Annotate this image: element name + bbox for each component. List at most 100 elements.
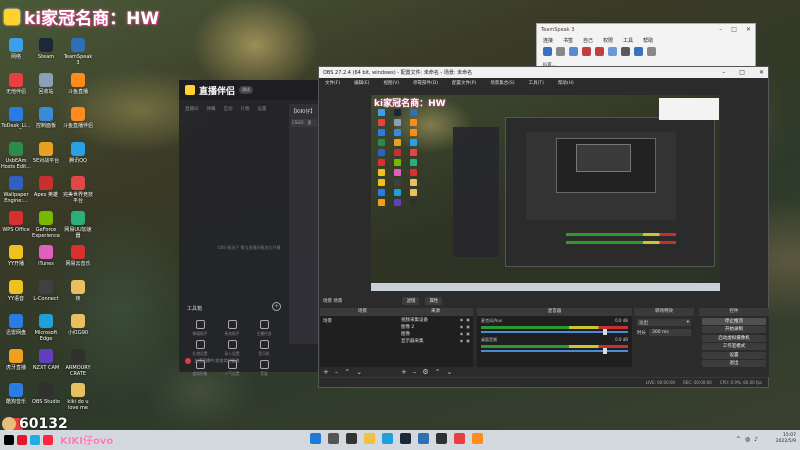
close-icon[interactable]: ✕ — [759, 69, 764, 76]
desktop-icon[interactable]: 网络 — [0, 38, 32, 60]
ts-disconnect-icon[interactable] — [556, 47, 565, 56]
ts-menu-item[interactable]: 连接 — [543, 37, 553, 44]
transition-select[interactable]: 淡出 ▾ — [637, 319, 691, 326]
add-icon[interactable]: + — [323, 368, 329, 376]
zbbl-tab[interactable]: 直播间 — [185, 106, 199, 112]
obs-menu-item[interactable]: 配置文件(P) — [452, 80, 476, 86]
desktop-icon[interactable]: 斗鱼直播伴侣 — [62, 107, 94, 129]
eye-icon[interactable]: ◉ — [460, 338, 464, 343]
volume-slider[interactable] — [481, 348, 628, 354]
zbbl-tool-item[interactable]: 录入设置 — [217, 340, 247, 357]
obs-menu-item[interactable]: 文件(F) — [325, 80, 340, 86]
zbbl-tool-item[interactable]: 音量 — [249, 360, 279, 377]
source-item[interactable]: 图像 2 ◉ ▣ — [398, 323, 473, 330]
desktop-icon[interactable]: 网易UU加速器 — [62, 210, 94, 239]
douyu-icon[interactable] — [472, 433, 483, 444]
zhibo-banlv-window[interactable]: 直播伴侣 测试 直播间 弹幕 互动 礼物 设置 【KiKi仔】 CSGO · 直… — [179, 80, 319, 376]
desktop-icon[interactable]: 斗鱼直播 — [62, 72, 94, 95]
obs-titlebar[interactable]: OBS 27.2.4 (64 bit, windows) - 配置文件: 未命名… — [319, 67, 768, 78]
zbbl-add-tool-icon[interactable]: + — [272, 302, 281, 311]
source-item[interactable]: 显示器采集 ◉ ▣ — [398, 337, 473, 344]
desktop-icon[interactable]: iTunes — [30, 245, 62, 267]
obs-menu-item[interactable]: 编辑(E) — [354, 80, 369, 86]
lock-icon[interactable]: ▣ — [466, 317, 470, 322]
move-down-icon[interactable]: ⌄ — [356, 368, 362, 376]
zbbl-tool-item[interactable]: 主播任务 — [249, 320, 279, 337]
sources-list[interactable]: 视频采集设备 ◉ ▣ 图像 2 ◉ ▣ 图像 ◉ ▣ 显示器采集 ◉ ▣ — [398, 316, 473, 367]
zbbl-tool-item[interactable]: 礼物设置 — [185, 340, 215, 357]
desktop-icon[interactable]: Microsoft Edge — [30, 314, 62, 342]
file-explorer-icon[interactable] — [364, 433, 375, 444]
ts-chat-icon[interactable] — [634, 47, 643, 56]
desktop-icon[interactable]: TeamSpeak 3 — [62, 38, 94, 66]
move-up-icon[interactable]: ⌃ — [435, 368, 441, 376]
obs-menu-item[interactable]: 停靠部件(D) — [413, 80, 438, 86]
desktop-icon[interactable]: YY开播 — [0, 245, 32, 267]
obs-menu-item[interactable]: 场景集合(S) — [490, 80, 514, 86]
desktop-icon[interactable]: WPS Office — [0, 210, 32, 233]
maximize-icon[interactable]: □ — [739, 69, 745, 76]
system-clock[interactable]: 15:07 2022/5/9 — [776, 433, 796, 445]
minimize-icon[interactable]: – — [722, 69, 725, 76]
zbbl-header[interactable]: 直播伴侣 测试 — [179, 80, 319, 100]
desktop-icon[interactable]: 夜 — [62, 279, 94, 302]
ts-user-icon[interactable] — [647, 47, 656, 56]
desktop-icon[interactable]: YY语音 — [0, 279, 32, 302]
desktop-icon[interactable]: 小红G90 — [62, 314, 94, 336]
ts-menu-item[interactable]: 帮助 — [643, 37, 653, 44]
zbbl-tab[interactable]: 互动 — [224, 106, 233, 112]
zbbl-tool-item[interactable]: 音乐机 — [249, 340, 279, 357]
studio-mode-button[interactable]: 工作室模式 — [702, 343, 766, 350]
obs-properties-button[interactable]: 属性 — [425, 296, 443, 305]
obs-filters-button[interactable]: 滤镜 — [402, 296, 420, 305]
eye-icon[interactable]: ◉ — [460, 317, 464, 322]
search-icon[interactable] — [328, 433, 339, 444]
duration-input[interactable]: 300 ms — [649, 329, 691, 336]
task-view-icon[interactable] — [346, 433, 357, 444]
zbbl-tab[interactable]: 礼物 — [241, 106, 250, 112]
desktop-icon[interactable]: 回收站 — [30, 72, 62, 95]
obs-menu-item[interactable]: 工具(T) — [529, 80, 544, 86]
ts-titlebar[interactable]: TeamSpeak 3 – □ ✕ — [537, 24, 755, 35]
settings-button[interactable]: 设置 — [702, 351, 766, 359]
zbbl-tool-item[interactable]: 弹幕助手 — [185, 320, 215, 337]
desktop-icon[interactable]: Wallpaper Engine:... — [0, 176, 32, 204]
desktop-icon[interactable]: 5E对战平台 — [30, 141, 62, 164]
desktop-icon[interactable]: NZXT CAM — [30, 348, 62, 371]
obs-menu-item[interactable]: 帮助(H) — [558, 80, 574, 86]
desktop-icon[interactable]: 控制面板 — [30, 107, 62, 129]
lock-icon[interactable]: ▣ — [466, 324, 470, 329]
desktop-icon[interactable]: OBS Studio — [30, 383, 62, 405]
desktop-icon[interactable]: 腾讯QQ — [62, 141, 94, 164]
obs-menu-item[interactable]: 视图(V) — [383, 80, 399, 86]
desktop-icon[interactable]: 完美世界竞技平台 — [62, 176, 94, 204]
lock-icon[interactable]: ▣ — [466, 331, 470, 336]
eye-icon[interactable]: ◉ — [460, 331, 464, 336]
source-item[interactable]: 视频采集设备 ◉ ▣ — [398, 316, 473, 323]
desktop-icon[interactable]: ToDesk_Li... — [0, 107, 32, 129]
ts-connect-icon[interactable] — [543, 47, 552, 56]
teamspeak-window[interactable]: TeamSpeak 3 – □ ✕ 连接 书签 自己 权限 工具 帮助 Ki家.… — [536, 23, 756, 71]
ts-settings-icon[interactable] — [621, 47, 630, 56]
windows-start-icon[interactable] — [310, 433, 321, 444]
edge-icon[interactable] — [382, 433, 393, 444]
add-icon[interactable]: + — [401, 368, 407, 376]
scenes-list[interactable]: 场景 — [320, 316, 405, 367]
desktop-icon[interactable]: 迅雷网盘 — [0, 314, 32, 336]
network-icon[interactable]: ◍ — [745, 436, 750, 443]
stop-streaming-button[interactable]: 停止推流 — [702, 317, 766, 325]
ts-mute-speaker-icon[interactable] — [595, 47, 604, 56]
virtual-camera-button[interactable]: 启动虚拟摄像机 — [702, 334, 766, 342]
scene-item[interactable]: 场景 — [320, 316, 405, 326]
ts-menu-item[interactable]: 书签 — [563, 37, 573, 44]
desktop-icon[interactable]: Apex 英雄 — [30, 176, 62, 198]
netease-music-icon[interactable] — [454, 433, 465, 444]
desktop-icon[interactable]: L-Connect — [30, 279, 62, 302]
ts-bookmark-icon[interactable] — [569, 47, 578, 56]
obs-preview-canvas[interactable]: ki家冠名商：HW — [371, 95, 720, 291]
source-item[interactable]: 图像 ◉ ▣ — [398, 330, 473, 337]
move-up-icon[interactable]: ⌃ — [344, 368, 350, 376]
desktop-icon[interactable]: Steam — [30, 38, 62, 60]
obs-icon[interactable] — [436, 433, 447, 444]
start-recording-button[interactable]: 开始录制 — [702, 326, 766, 333]
